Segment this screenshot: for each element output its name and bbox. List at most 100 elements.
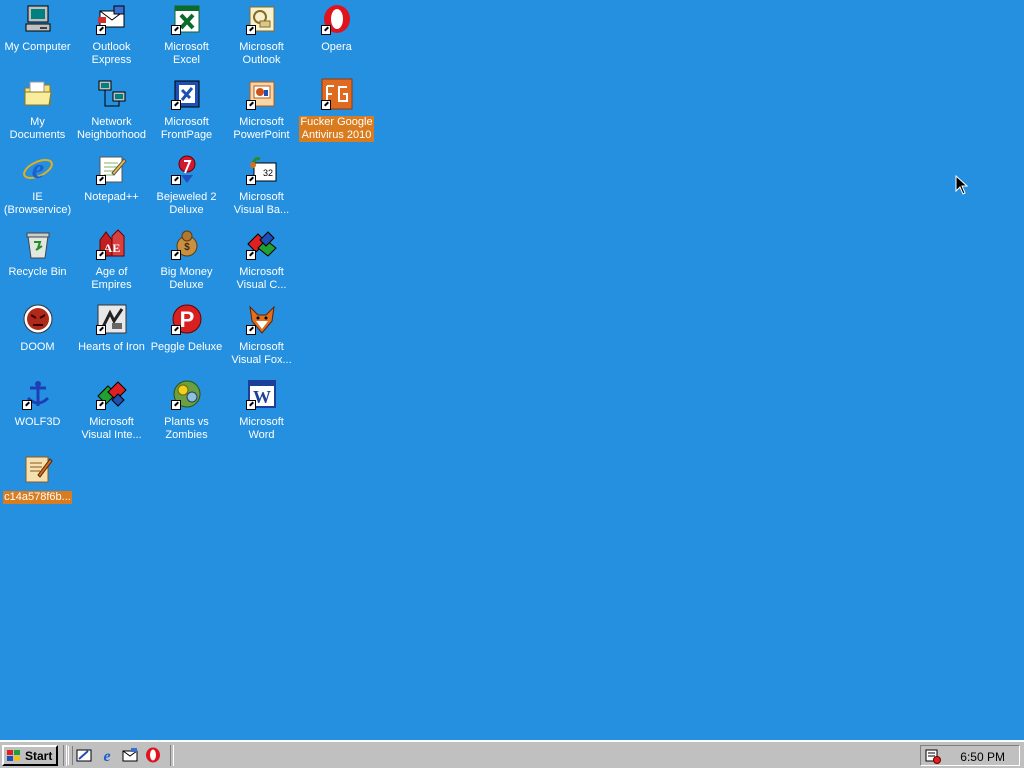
desktop-icon-label: My Computer [4, 41, 71, 53]
wolf3d-icon [21, 378, 54, 410]
desktop-icon-visual-interdev[interactable]: Microsoft Visual Inte... [74, 378, 149, 448]
quick-launch-opera[interactable] [145, 747, 161, 763]
antivirus-icon [320, 78, 353, 110]
taskbar-divider [170, 745, 174, 766]
desktop-icon-label: Microsoft Visual Ba... [233, 191, 290, 216]
shortcut-arrow-icon [170, 250, 181, 260]
clock[interactable]: 6:50 PM [960, 750, 1005, 764]
desktop-icon-visual-c[interactable]: Microsoft Visual C... [224, 228, 299, 298]
quick-launch-grip[interactable] [68, 746, 73, 765]
scheduler-icon[interactable] [925, 748, 941, 764]
desktop-icon-label: Outlook Express [91, 41, 132, 66]
taskbar-divider [63, 745, 67, 766]
outlook-icon [245, 3, 278, 35]
desktop-icon-label: Peggle Deluxe [150, 341, 223, 353]
big-money-icon: $ [170, 228, 203, 260]
desktop-icon-microsoft-frontpage[interactable]: Microsoft FrontPage [149, 78, 224, 148]
shortcut-arrow-icon [170, 175, 181, 185]
network-icon [96, 78, 128, 110]
desktop-icon-ie-browservice[interactable]: e IE (Browservice) [0, 153, 75, 223]
recycle-bin-icon [22, 228, 54, 260]
shortcut-arrow-icon [245, 25, 256, 35]
desktop-icon-label: Opera [321, 41, 352, 53]
desktop-icon-my-computer[interactable]: My Computer [0, 3, 75, 73]
desktop-icon-microsoft-outlook[interactable]: Microsoft Outlook [224, 3, 299, 73]
visual-basic-icon: 32 [245, 153, 278, 185]
desktop-icon-label: Network Neighborhood [76, 116, 147, 141]
svg-text:$: $ [184, 242, 190, 253]
quick-launch-outlook-express[interactable] [122, 747, 138, 763]
start-label: Start [25, 748, 53, 763]
shortcut-arrow-icon [95, 400, 106, 410]
desktop-icon-visual-basic[interactable]: 32 Microsoft Visual Ba... [224, 153, 299, 223]
desktop-icon-script-file[interactable]: c14a578f6b... [0, 453, 75, 523]
desktop-icon-label: Microsoft FrontPage [160, 116, 213, 141]
desktop-icon-label: IE (Browservice) [3, 191, 72, 216]
desktop-icon-label: Fucker Google Antivirus 2010 [299, 116, 374, 142]
computer-icon [22, 3, 54, 35]
desktop-icon-label: Microsoft PowerPoint [233, 116, 290, 141]
quick-launch-internet-explorer[interactable]: e [99, 747, 115, 763]
desktop-icon-big-money[interactable]: $ Big Money Deluxe [149, 228, 224, 298]
desktop-icon-microsoft-excel[interactable]: Microsoft Excel [149, 3, 224, 73]
desktop-icon-label: Big Money Deluxe [160, 266, 213, 291]
visual-c-icon [245, 228, 278, 260]
desktop-icon-label: Microsoft Visual Inte... [81, 416, 142, 441]
desktop-icon-wolf3d[interactable]: WOLF3D [0, 378, 75, 448]
system-tray: 6:50 PM [920, 745, 1020, 766]
svg-text:AE: AE [103, 241, 120, 255]
desktop-icon-recycle-bin[interactable]: Recycle Bin [0, 228, 75, 298]
outlook-express-icon [122, 748, 138, 762]
desktop-icon-label: Plants vs Zombies [164, 416, 209, 441]
show-desktop-icon [76, 749, 92, 762]
shortcut-arrow-icon [245, 325, 256, 335]
desktop-icon-label: Recycle Bin [8, 266, 67, 278]
desktop-icon-age-of-empires[interactable]: AE Age of Empires [74, 228, 149, 298]
excel-icon [170, 3, 203, 35]
desktop-icon-notepad-plus-plus[interactable]: Notepad++ [74, 153, 149, 223]
svg-text:e: e [103, 748, 110, 763]
hearts-of-iron-icon [95, 303, 128, 335]
shortcut-arrow-icon [245, 175, 256, 185]
desktop[interactable]: My Computer Outlook Express Microsoft Ex… [0, 0, 1024, 740]
desktop-icon-microsoft-word[interactable]: W Microsoft Word [224, 378, 299, 448]
mouse-cursor-icon [955, 175, 969, 195]
start-button[interactable]: Start [2, 745, 58, 766]
desktop-icon-label: Age of Empires [91, 266, 132, 291]
desktop-icon-label: Bejeweled 2 Deluxe [156, 191, 217, 216]
taskbar: Start e 6:50 PM [0, 740, 1024, 768]
desktop-icon-label: Notepad++ [84, 191, 139, 203]
desktop-icon-hearts-of-iron[interactable]: Hearts of Iron [74, 303, 149, 373]
script-file-icon [22, 453, 54, 485]
shortcut-arrow-icon [245, 100, 256, 110]
desktop-icon-label: c14a578f6b... [3, 491, 72, 504]
desktop-icon-my-documents[interactable]: My Documents [0, 78, 75, 148]
desktop-icon-antivirus[interactable]: Fucker Google Antivirus 2010 [299, 78, 374, 148]
desktop-icon-doom[interactable]: DOOM [0, 303, 75, 373]
desktop-icon-microsoft-powerpoint[interactable]: Microsoft PowerPoint [224, 78, 299, 148]
bejeweled-icon [170, 153, 203, 185]
shortcut-arrow-icon [95, 25, 106, 35]
shortcut-arrow-icon [320, 100, 331, 110]
desktop-icon-opera[interactable]: Opera [299, 3, 374, 73]
quick-launch-show-desktop[interactable] [76, 747, 92, 763]
peggle-icon: P [170, 303, 203, 335]
shortcut-arrow-icon [170, 400, 181, 410]
desktop-icon-peggle[interactable]: P Peggle Deluxe [149, 303, 224, 373]
desktop-icon-bejeweled[interactable]: Bejeweled 2 Deluxe [149, 153, 224, 223]
desktop-icon-label: Hearts of Iron [78, 341, 145, 353]
shortcut-arrow-icon [170, 100, 181, 110]
visual-foxpro-icon [245, 303, 278, 335]
desktop-icon-plants-vs-zombies[interactable]: Plants vs Zombies [149, 378, 224, 448]
desktop-icon-network-neighborhood[interactable]: Network Neighborhood [74, 78, 149, 148]
desktop-icon-label: WOLF3D [14, 416, 61, 428]
opera-icon [320, 3, 353, 35]
desktop-icon-label: My Documents [9, 116, 66, 141]
shortcut-arrow-icon [245, 400, 256, 410]
shortcut-arrow-icon [21, 400, 32, 410]
desktop-icon-outlook-express[interactable]: Outlook Express [74, 3, 149, 73]
desktop-icon-label: Microsoft Visual Fox... [231, 341, 292, 366]
desktop-icon-visual-foxpro[interactable]: Microsoft Visual Fox... [224, 303, 299, 373]
doom-icon [22, 303, 54, 335]
frontpage-icon [170, 78, 203, 110]
